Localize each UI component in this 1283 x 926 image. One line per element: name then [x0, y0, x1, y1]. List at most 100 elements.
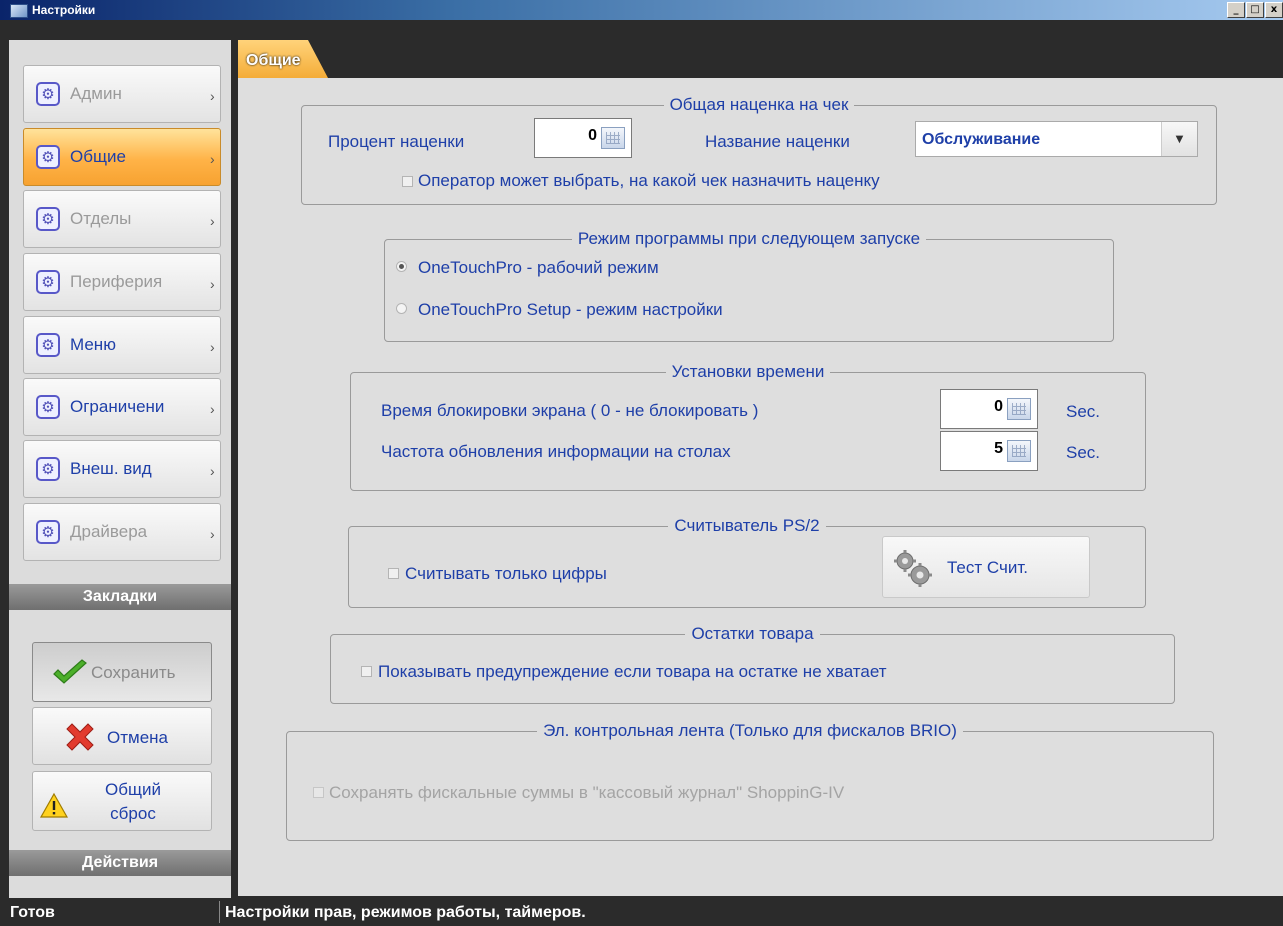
sidebar-item-label: Админ — [70, 84, 122, 103]
window-controls: _ □ x — [1226, 2, 1283, 18]
markup-percent-value: 0 — [588, 127, 597, 144]
save-button-label: Сохранить — [91, 663, 176, 682]
chevron-right-icon: › — [210, 276, 215, 292]
sidebar-item-label: Общие — [70, 147, 126, 166]
markup-name-select[interactable]: Обслуживание ▼ — [915, 121, 1198, 157]
gear-icon: ⚙ — [36, 270, 60, 294]
sidebar-item-admin[interactable]: ⚙ Админ › — [23, 65, 221, 123]
program-mode-group-title: Режим программы при следующем запуске — [571, 229, 927, 248]
chevron-right-icon: › — [210, 526, 215, 542]
sidebar-item-label: Периферия — [70, 272, 163, 291]
tab-general[interactable]: Общие — [238, 40, 328, 78]
gear-icon: ⚙ — [36, 333, 60, 357]
settings-content: Общая наценка на чек Процент наценки 0 Н… — [238, 78, 1283, 896]
sidebar-item-appearance[interactable]: ⚙ Внеш. вид › — [23, 440, 221, 498]
checkmark-icon — [53, 659, 87, 684]
gears-icon — [894, 550, 932, 587]
status-message: Настройки прав, режимов работы, таймеров… — [225, 904, 586, 921]
gear-icon: ⚙ — [36, 145, 60, 169]
ps2-reader-group: Считыватель PS/2 Считывать только цифры … — [348, 516, 1146, 608]
sidebar-item-label: Ограничени — [70, 397, 165, 416]
sidebar-item-general[interactable]: ⚙ Общие › — [23, 128, 221, 186]
chevron-right-icon: › — [210, 88, 215, 104]
digits-only-checkbox[interactable] — [388, 568, 399, 579]
operator-choice-checkbox[interactable] — [402, 176, 413, 187]
window-title: Настройки — [32, 3, 96, 17]
status-ready: Готов — [10, 904, 55, 921]
sidebar-item-peripherals[interactable]: ⚙ Периферия › — [23, 253, 221, 311]
chevron-right-icon: › — [210, 463, 215, 479]
gear-icon: ⚙ — [36, 395, 60, 419]
program-mode-group: Режим программы при следующем запуске On… — [384, 229, 1114, 342]
gear-icon: ⚙ — [36, 457, 60, 481]
cancel-button[interactable]: Отмена — [32, 707, 212, 765]
markup-percent-field[interactable]: 0 — [534, 118, 632, 158]
chevron-right-icon: › — [210, 401, 215, 417]
save-button[interactable]: Сохранить — [32, 642, 212, 702]
stock-warning-label: Показывать предупреждение если товара на… — [378, 662, 887, 681]
ecl-group: Эл. контрольная лента (Только для фискал… — [286, 721, 1214, 841]
refresh-rate-field[interactable]: 5 — [940, 431, 1038, 471]
chevron-right-icon: › — [210, 151, 215, 167]
sidebar-item-label: Драйвера — [70, 522, 148, 541]
general-reset-button[interactable]: Общий сброс — [32, 771, 212, 831]
stock-group: Остатки товара Показывать предупреждение… — [330, 624, 1175, 704]
test-reader-button[interactable]: Тест Счит. — [882, 536, 1090, 598]
screen-lock-field[interactable]: 0 — [940, 389, 1038, 429]
calculator-icon[interactable] — [601, 127, 625, 149]
test-reader-button-label: Тест Счит. — [947, 558, 1028, 577]
chevron-right-icon: › — [210, 339, 215, 355]
stock-group-title: Остатки товара — [685, 624, 820, 643]
time-settings-group: Установки времени Время блокировки экран… — [350, 362, 1146, 491]
refresh-rate-unit: Sec. — [1066, 443, 1101, 462]
sidebar-item-label: Меню — [70, 335, 116, 354]
gear-icon: ⚙ — [36, 520, 60, 544]
stock-warning-checkbox[interactable] — [361, 666, 372, 677]
calculator-icon[interactable] — [1007, 440, 1031, 462]
screen-lock-unit: Sec. — [1066, 402, 1101, 421]
close-button[interactable]: x — [1265, 2, 1283, 18]
title-bar: Настройки _ □ x — [0, 0, 1283, 20]
chevron-down-icon[interactable]: ▼ — [1161, 122, 1197, 156]
markup-name-label: Название наценки — [705, 132, 850, 151]
status-bar: Готов Настройки прав, режимов работы, та… — [0, 898, 1283, 926]
minimize-button[interactable]: _ — [1227, 2, 1245, 18]
markup-name-value: Обслуживание — [922, 131, 1041, 148]
cancel-button-label: Отмена — [107, 728, 168, 747]
gear-icon: ⚙ — [36, 207, 60, 231]
markup-group-title: Общая наценка на чек — [663, 95, 855, 114]
sidebar-item-departments[interactable]: ⚙ Отделы › — [23, 190, 221, 248]
chevron-right-icon: › — [210, 213, 215, 229]
markup-percent-label: Процент наценки — [328, 132, 465, 151]
ps2-reader-group-title: Считыватель PS/2 — [668, 516, 826, 535]
reset-button-label-line2: сброс — [110, 804, 156, 823]
mode-work-radio[interactable] — [396, 261, 407, 272]
time-settings-group-title: Установки времени — [665, 362, 831, 381]
actions-header: Действия — [9, 850, 231, 876]
left-panel: ⚙ Админ › ⚙ Общие › ⚙ Отделы › ⚙ Перифер… — [9, 40, 231, 898]
refresh-rate-label: Частота обновления информации на столах — [381, 442, 731, 461]
digits-only-label: Считывать только цифры — [405, 564, 607, 583]
screen-lock-label: Время блокировки экрана ( 0 - не блокиро… — [381, 401, 759, 420]
save-fiscal-sums-checkbox[interactable] — [313, 787, 324, 798]
cancel-x-icon — [66, 723, 94, 751]
bookmarks-header: Закладки — [9, 584, 231, 610]
sidebar-item-label: Внеш. вид — [70, 459, 152, 478]
app-icon — [10, 4, 28, 18]
refresh-rate-value: 5 — [994, 440, 1003, 457]
operator-choice-label: Оператор может выбрать, на какой чек наз… — [418, 171, 880, 190]
sidebar-item-restrictions[interactable]: ⚙ Ограничени › — [23, 378, 221, 436]
tab-strip: Общие — [238, 40, 1283, 78]
screen-lock-value: 0 — [994, 398, 1003, 415]
gear-icon: ⚙ — [36, 82, 60, 106]
mode-setup-label: OneTouchPro Setup - режим настройки — [418, 300, 723, 319]
markup-group: Общая наценка на чек Процент наценки 0 Н… — [301, 95, 1217, 205]
status-separator — [219, 901, 220, 923]
calculator-icon[interactable] — [1007, 398, 1031, 420]
mode-setup-radio[interactable] — [396, 303, 407, 314]
sidebar-item-drivers[interactable]: ⚙ Драйвера › — [23, 503, 221, 561]
reset-button-label-line1: Общий — [105, 780, 161, 799]
mode-work-label: OneTouchPro - рабочий режим — [418, 258, 659, 277]
maximize-button[interactable]: □ — [1246, 2, 1264, 18]
sidebar-item-menu[interactable]: ⚙ Меню › — [23, 316, 221, 374]
